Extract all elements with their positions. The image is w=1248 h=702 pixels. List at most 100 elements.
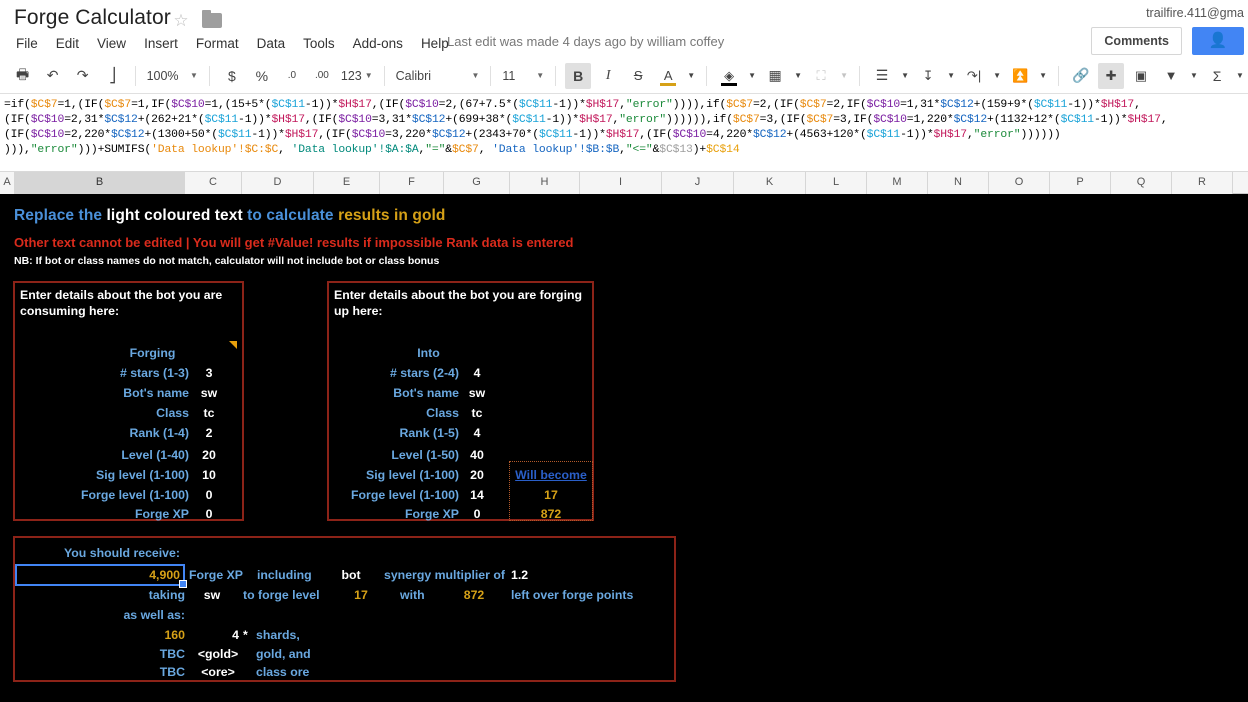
consuming-value-forge-xp[interactable]: 0 bbox=[189, 507, 229, 521]
vertical-align-icon[interactable]: ↧ bbox=[915, 63, 941, 89]
column-header-f[interactable]: F bbox=[380, 172, 444, 194]
borders-icon[interactable]: ▦ bbox=[762, 63, 788, 89]
forging-value-forge-level[interactable]: 14 bbox=[459, 488, 495, 502]
consuming-value-bot-name[interactable]: sw bbox=[189, 386, 229, 400]
currency-format-icon[interactable]: $ bbox=[219, 63, 245, 89]
results-ore-token: <ore> bbox=[201, 665, 235, 679]
column-header-q[interactable]: Q bbox=[1111, 172, 1172, 194]
text-wrapping-icon[interactable]: ↷| bbox=[961, 63, 987, 89]
consuming-value-stars[interactable]: 3 bbox=[189, 366, 229, 380]
horizontal-align-icon[interactable]: ☰ bbox=[869, 63, 895, 89]
sum-sigma-icon[interactable]: Σ bbox=[1204, 63, 1230, 89]
menu-file[interactable]: File bbox=[14, 33, 47, 55]
column-header-d[interactable]: D bbox=[242, 172, 314, 194]
column-header-g[interactable]: G bbox=[444, 172, 510, 194]
italic-icon[interactable]: I bbox=[595, 63, 621, 89]
column-header-l[interactable]: L bbox=[806, 172, 867, 194]
insert-chart-icon[interactable]: ▣ bbox=[1128, 63, 1154, 89]
share-person-icon: 👤 bbox=[1208, 32, 1228, 49]
bold-icon[interactable]: B bbox=[565, 62, 592, 89]
forging-value-bot-name[interactable]: sw bbox=[459, 386, 495, 400]
results-bot-label: bot bbox=[341, 568, 361, 582]
results-xp-label: Forge XP bbox=[189, 568, 243, 582]
will-become-title: Will become bbox=[515, 468, 587, 482]
column-header-a[interactable]: A bbox=[0, 172, 15, 194]
results-to-forge-level-label: to forge level bbox=[243, 588, 320, 602]
column-header-h[interactable]: H bbox=[510, 172, 580, 194]
redo-icon[interactable]: ↷ bbox=[70, 63, 96, 89]
insert-comment-icon[interactable]: ✚ bbox=[1098, 62, 1125, 89]
column-header-p[interactable]: P bbox=[1050, 172, 1111, 194]
forging-value-sig-level[interactable]: 20 bbox=[459, 468, 495, 482]
results-xp-value[interactable]: 4,900 bbox=[20, 568, 180, 582]
forging-value-rank[interactable]: 4 bbox=[459, 426, 495, 440]
column-header-m[interactable]: M bbox=[867, 172, 928, 194]
page-title[interactable]: Forge Calculator bbox=[14, 6, 171, 30]
menu-addons[interactable]: Add-ons bbox=[344, 33, 412, 55]
column-header-c[interactable]: C bbox=[185, 172, 242, 194]
undo-icon[interactable]: ↶ bbox=[40, 63, 66, 89]
font-family-selector[interactable]: Calibri ▼ bbox=[392, 63, 484, 89]
consuming-value-rank[interactable]: 2 bbox=[189, 426, 229, 440]
menu-tools[interactable]: Tools bbox=[294, 33, 344, 55]
print-icon[interactable]: 🖶 bbox=[10, 63, 36, 89]
forging-value-forge-xp[interactable]: 0 bbox=[459, 507, 495, 521]
formula-bar[interactable]: =if($C$7=1,(IF($C$7=1,IF($C$10=1,(15+5*(… bbox=[0, 94, 1248, 172]
chevron-down-icon[interactable]: ▼ bbox=[1234, 63, 1246, 89]
font-size-selector[interactable]: 11 ▼ bbox=[498, 63, 548, 89]
formula-content[interactable]: =if($C$7=1,(IF($C$7=1,IF($C$10=1,(15+5*(… bbox=[0, 94, 1248, 158]
folder-icon[interactable] bbox=[202, 10, 222, 28]
consuming-bot-heading: Enter details about the bot you are cons… bbox=[20, 287, 235, 319]
results-shards-star: * bbox=[243, 628, 248, 642]
column-header-k[interactable]: K bbox=[734, 172, 806, 194]
merge-cells-icon[interactable]: ⛶ bbox=[808, 63, 834, 89]
column-header-o[interactable]: O bbox=[989, 172, 1050, 194]
chevron-down-icon[interactable]: ▼ bbox=[899, 63, 911, 89]
column-header-r[interactable]: R bbox=[1172, 172, 1233, 194]
menu-format[interactable]: Format bbox=[187, 33, 248, 55]
chevron-down-icon[interactable]: ▼ bbox=[792, 63, 804, 89]
star-icon[interactable]: ☆ bbox=[172, 12, 190, 30]
font-size-value: 11 bbox=[502, 68, 516, 83]
forging-value-stars[interactable]: 4 bbox=[459, 366, 495, 380]
chevron-down-icon[interactable]: ▼ bbox=[1037, 63, 1049, 89]
consuming-value-sig-level[interactable]: 10 bbox=[189, 468, 229, 482]
chevron-down-icon[interactable]: ▼ bbox=[685, 63, 697, 89]
menu-insert[interactable]: Insert bbox=[135, 33, 187, 55]
decrease-decimal-icon[interactable]: .0 bbox=[279, 63, 305, 89]
share-button[interactable]: 👤 bbox=[1192, 27, 1244, 55]
forging-value-level[interactable]: 40 bbox=[459, 448, 495, 462]
chevron-down-icon[interactable]: ▼ bbox=[838, 63, 850, 89]
number-format-selector[interactable]: 123 ▼ bbox=[337, 63, 377, 89]
column-header-i[interactable]: I bbox=[580, 172, 662, 194]
column-header-n[interactable]: N bbox=[928, 172, 989, 194]
consuming-value-forge-level[interactable]: 0 bbox=[189, 488, 229, 502]
increase-decimal-icon[interactable]: .00 bbox=[309, 63, 335, 89]
strikethrough-icon[interactable]: S bbox=[625, 63, 651, 89]
comments-button[interactable]: Comments bbox=[1091, 27, 1182, 55]
fill-color-icon[interactable]: ◈ bbox=[716, 63, 742, 89]
chevron-down-icon[interactable]: ▼ bbox=[945, 63, 957, 89]
chevron-down-icon[interactable]: ▼ bbox=[991, 63, 1003, 89]
consuming-value-level[interactable]: 20 bbox=[189, 448, 229, 462]
consuming-value-class[interactable]: tc bbox=[189, 406, 229, 420]
column-header-b[interactable]: B bbox=[15, 172, 185, 194]
chevron-down-icon[interactable]: ▼ bbox=[746, 63, 758, 89]
last-edit-status[interactable]: Last edit was made 4 days ago by william… bbox=[447, 34, 724, 49]
column-header-e[interactable]: E bbox=[314, 172, 380, 194]
sheet-grid[interactable]: Replace the light coloured text to calcu… bbox=[0, 194, 1248, 702]
insert-link-icon[interactable]: 🔗 bbox=[1068, 63, 1094, 89]
percent-format-icon[interactable]: % bbox=[249, 63, 275, 89]
paint-format-icon[interactable]: ⎦ bbox=[100, 63, 126, 89]
menu-edit[interactable]: Edit bbox=[47, 33, 88, 55]
forging-value-class[interactable]: tc bbox=[459, 406, 495, 420]
cell-note-indicator-icon[interactable] bbox=[229, 341, 237, 349]
column-header-j[interactable]: J bbox=[662, 172, 734, 194]
filter-icon[interactable]: ▼ bbox=[1158, 63, 1184, 89]
menu-view[interactable]: View bbox=[88, 33, 135, 55]
zoom-selector[interactable]: 100% ▼ bbox=[143, 63, 202, 89]
menu-data[interactable]: Data bbox=[248, 33, 295, 55]
chevron-down-icon[interactable]: ▼ bbox=[1188, 63, 1200, 89]
text-rotation-icon[interactable]: ⏫ bbox=[1007, 63, 1033, 89]
text-color-icon[interactable]: A bbox=[655, 63, 681, 89]
